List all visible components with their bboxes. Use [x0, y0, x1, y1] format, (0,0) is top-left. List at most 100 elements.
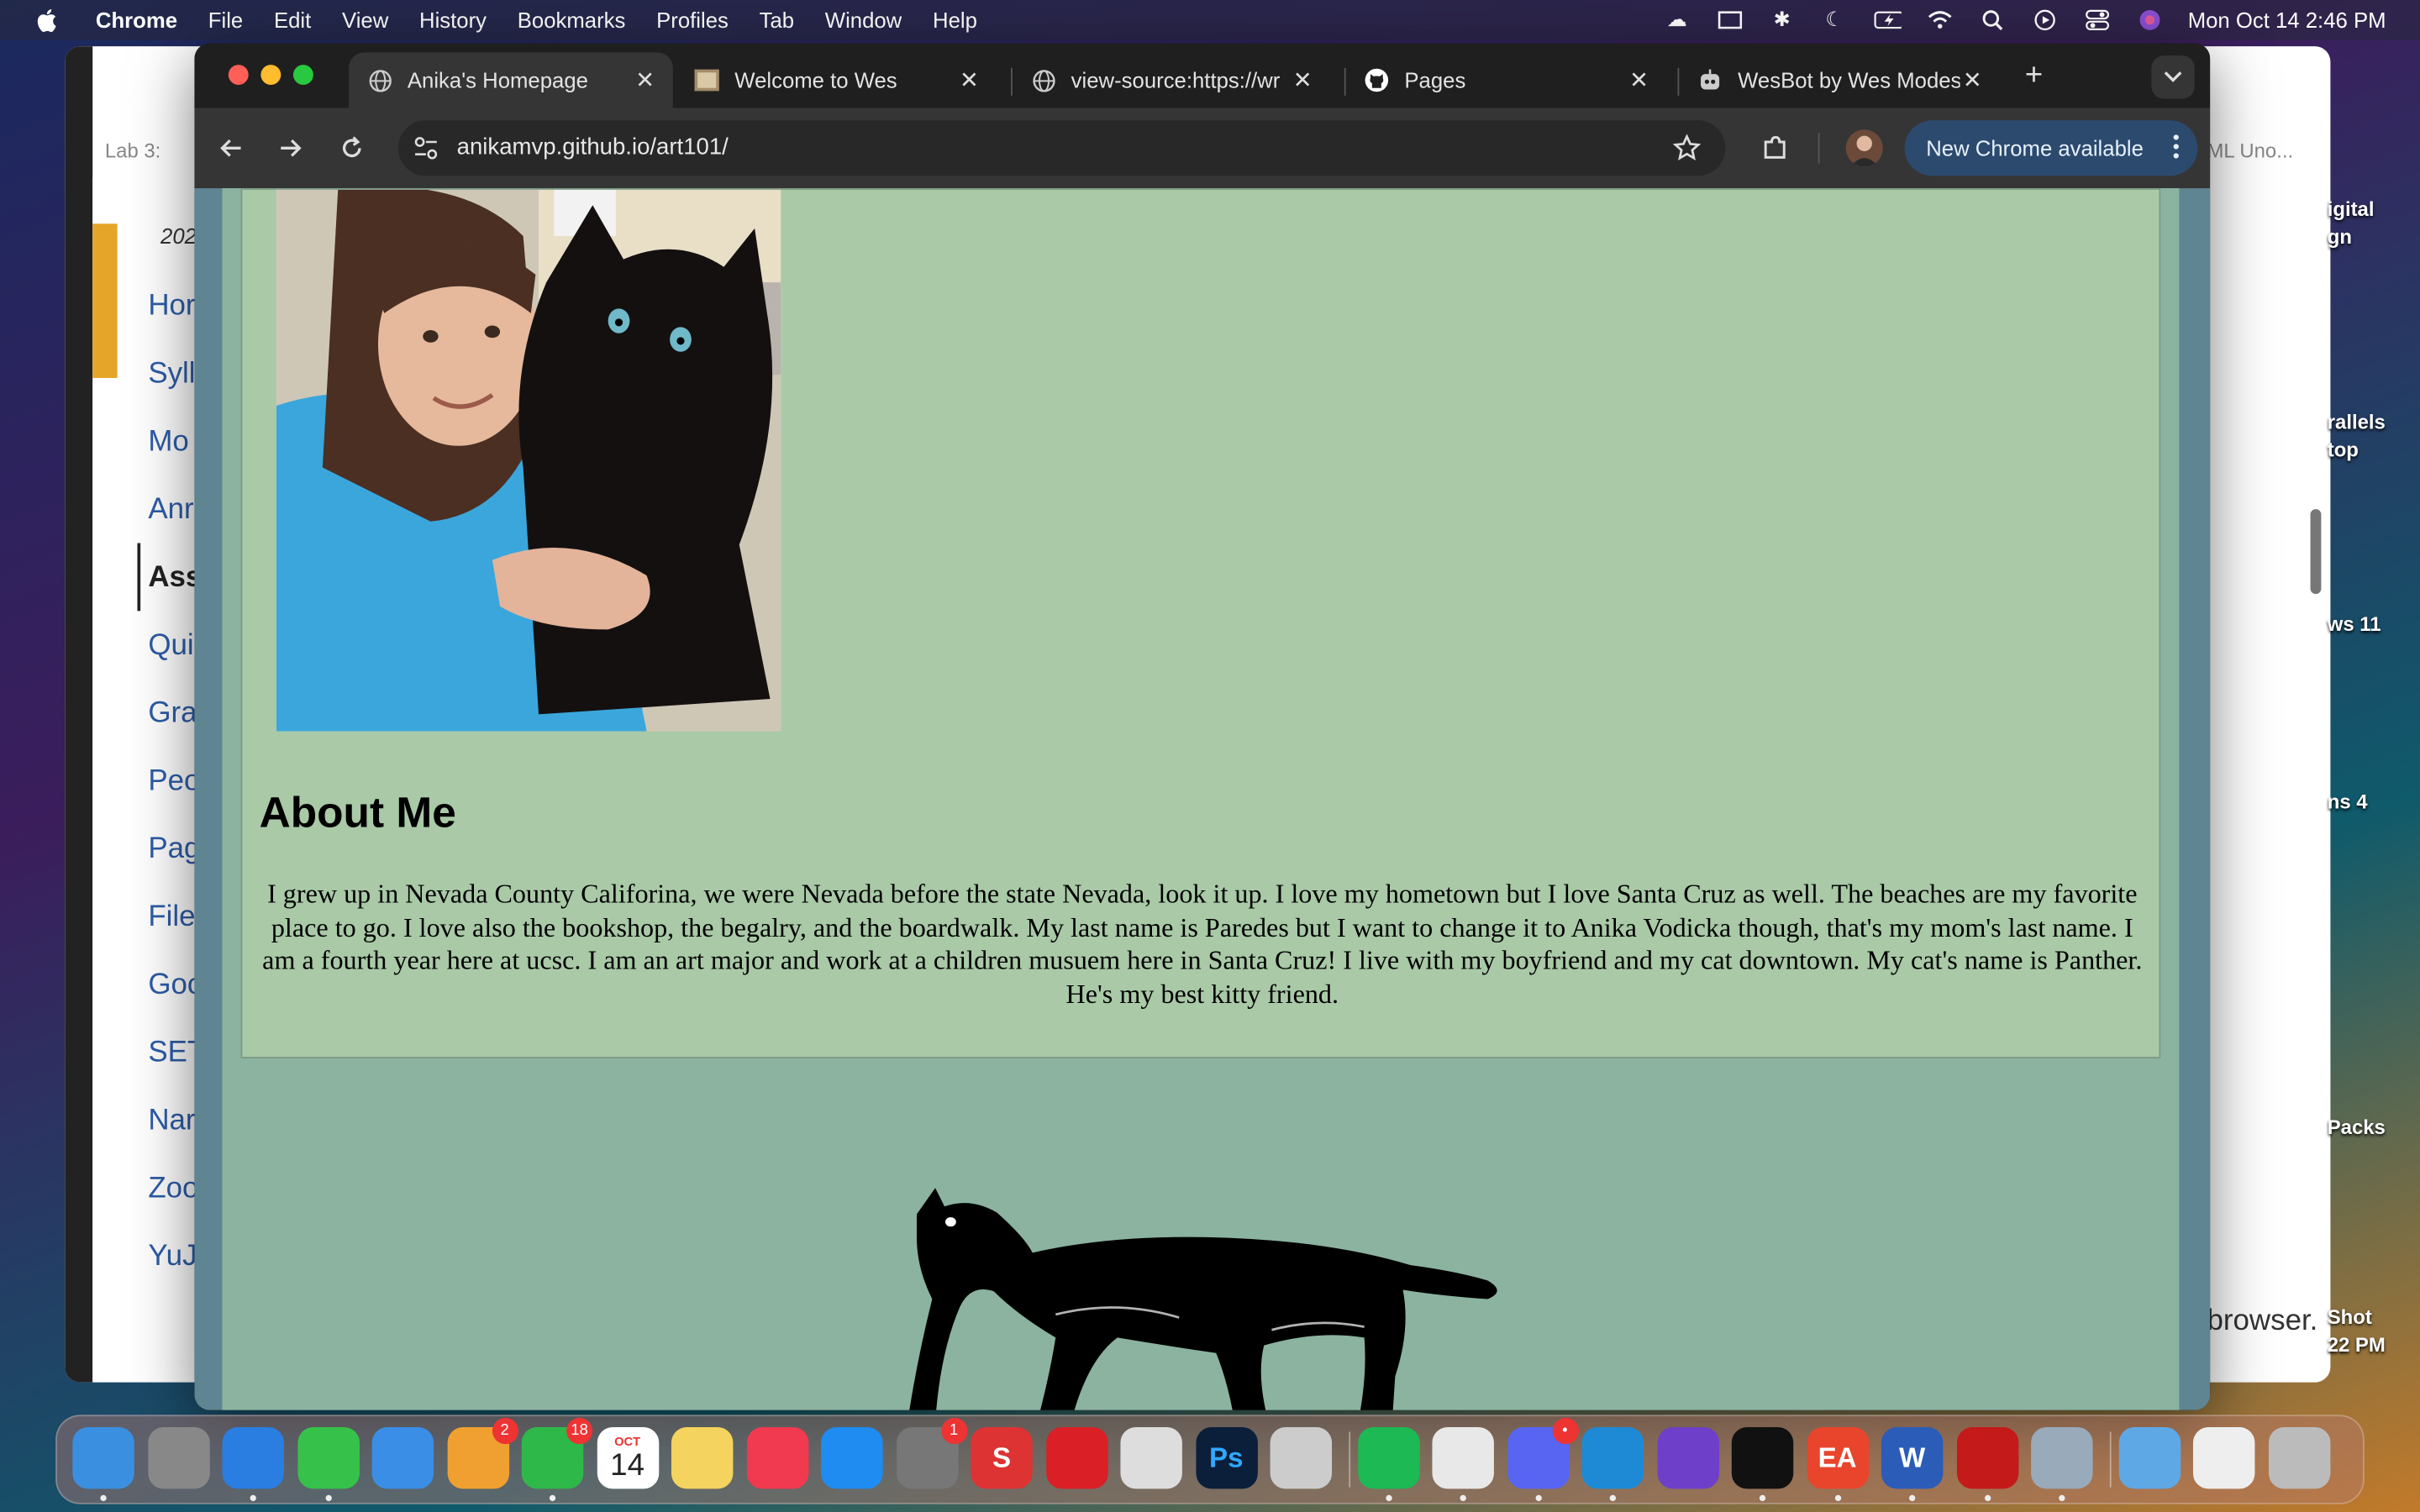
url-text[interactable]: anikamvp.github.io/art101/ — [457, 134, 729, 160]
zoom-window-button[interactable] — [292, 65, 313, 86]
desktop-label[interactable]: top — [2328, 438, 2359, 462]
menu-bookmarks[interactable]: Bookmarks — [518, 8, 626, 32]
tab-github-pages[interactable]: Pages ✕ — [1346, 52, 1667, 108]
background-tab-label[interactable]: Lab 3: — [105, 139, 160, 162]
menu-window[interactable]: Window — [825, 8, 902, 32]
desktop-label[interactable]: igital — [2328, 197, 2375, 221]
word-icon[interactable]: W — [1881, 1426, 1944, 1489]
photos-icon[interactable]: 2 — [446, 1417, 518, 1489]
minimize-window-button[interactable] — [260, 65, 281, 86]
capcut-icon[interactable] — [1731, 1426, 1794, 1489]
safari-icon[interactable] — [222, 1426, 284, 1489]
more-options-icon[interactable] — [2173, 134, 2179, 164]
menu-history[interactable]: History — [419, 8, 487, 32]
acrobat-icon[interactable] — [1956, 1426, 2018, 1489]
tab-view-source[interactable]: view-source:https://wr ✕ — [1013, 52, 1330, 108]
battery-icon[interactable] — [1873, 9, 1902, 31]
chrome-icon[interactable] — [1432, 1426, 1494, 1489]
discord-icon[interactable]: • — [1507, 1417, 1579, 1489]
menubar-clock[interactable]: Mon Oct 14 2:46 PM — [2188, 8, 2386, 32]
spotify-icon[interactable] — [1357, 1426, 1419, 1489]
app-store-icon[interactable] — [821, 1426, 883, 1489]
new-chrome-available-button[interactable]: New Chrome available — [1904, 120, 2198, 176]
course-nav-item[interactable]: Syll — [148, 358, 195, 391]
tab-wesbot[interactable]: WesBot by Wes Modes ✕ — [1679, 52, 2000, 108]
applications-folder-icon[interactable] — [2118, 1426, 2181, 1489]
desktop-label[interactable]: Shot — [2328, 1305, 2372, 1329]
course-nav-item[interactable]: Zoo — [148, 1173, 198, 1206]
course-nav-item[interactable]: Pag — [148, 833, 200, 867]
messages-icon[interactable] — [297, 1426, 360, 1489]
music-icon[interactable] — [746, 1426, 808, 1489]
tab-search-button[interactable] — [2151, 55, 2195, 99]
notes-icon[interactable] — [671, 1426, 734, 1489]
close-tab-icon[interactable]: ✕ — [633, 66, 657, 94]
search-icon[interactable] — [1978, 9, 2006, 31]
wifi-icon[interactable] — [1925, 9, 1953, 31]
course-nav-item[interactable]: YuJ — [148, 1241, 197, 1274]
menu-edit[interactable]: Edit — [274, 8, 311, 32]
desktop-label[interactable]: 22 PM — [2328, 1333, 2386, 1357]
calendar-icon[interactable]: OCT 14 — [596, 1426, 659, 1489]
photoshop-icon[interactable]: Ps — [1195, 1426, 1257, 1489]
ea-icon[interactable]: EA — [1806, 1426, 1869, 1489]
facetime-icon[interactable]: 18 — [521, 1417, 593, 1489]
trash-icon[interactable] — [2268, 1426, 2330, 1489]
vscode-icon[interactable] — [1581, 1426, 1644, 1489]
pdf-document-icon[interactable] — [2192, 1426, 2255, 1489]
scrivener-icon[interactable]: S — [971, 1426, 1033, 1489]
reload-button[interactable] — [334, 129, 371, 166]
course-nav-item[interactable]: File — [148, 901, 195, 935]
desktop-label[interactable]: Packs — [2328, 1116, 2386, 1139]
desktop-label[interactable]: rallels — [2328, 411, 2386, 434]
play-icon[interactable] — [2030, 9, 2058, 31]
desktop-label[interactable]: ws 11 — [2328, 612, 2381, 636]
control-center-icon[interactable] — [2083, 9, 2111, 31]
bookmark-star-icon[interactable] — [1672, 134, 1702, 170]
minecraft-icon[interactable] — [1120, 1426, 1182, 1489]
course-nav-item[interactable]: Gra — [148, 697, 197, 731]
desktop-label[interactable]: gn — [2328, 225, 2352, 249]
course-nav-item[interactable]: Hor — [148, 290, 195, 323]
course-nav-item[interactable]: Anr — [148, 494, 193, 528]
creative-cloud-icon[interactable]: ☁ — [1663, 8, 1691, 31]
new-tab-button[interactable]: + — [2025, 59, 2043, 94]
forward-button[interactable] — [271, 129, 308, 166]
menu-view[interactable]: View — [342, 8, 388, 32]
tab-anikas-homepage[interactable]: Anika's Homepage ✕ — [349, 52, 673, 108]
profile-avatar[interactable] — [1845, 129, 1883, 167]
back-button[interactable] — [213, 129, 250, 166]
display-icon[interactable] — [1716, 9, 1744, 31]
mail-icon[interactable] — [371, 1426, 434, 1489]
preview-icon[interactable] — [2031, 1426, 2093, 1489]
system-settings-icon[interactable]: 1 — [896, 1417, 967, 1489]
background-scrollbar[interactable] — [2310, 509, 2322, 595]
roblox-icon[interactable] — [1270, 1426, 1333, 1489]
menu-app-name[interactable]: Chrome — [96, 8, 177, 32]
launchpad-icon[interactable] — [147, 1426, 209, 1489]
menu-tab[interactable]: Tab — [760, 8, 794, 32]
desktop-label[interactable]: ns 4 — [2328, 790, 2368, 813]
menu-profiles[interactable]: Profiles — [656, 8, 729, 32]
close-window-button[interactable] — [228, 65, 249, 86]
close-tab-icon[interactable]: ✕ — [957, 66, 981, 94]
github-desktop-icon[interactable] — [1656, 1426, 1719, 1489]
tab-welcome-to-wes[interactable]: Welcome to Wes ✕ — [676, 52, 997, 108]
address-bar[interactable]: anikamvp.github.io/art101/ — [397, 120, 1726, 176]
extensions-button[interactable] — [1756, 129, 1793, 166]
close-tab-icon[interactable]: ✕ — [1627, 66, 1651, 94]
right-tab-fragment[interactable]: ML Uno... — [2207, 139, 2293, 162]
finder-icon[interactable] — [72, 1426, 134, 1489]
moon-icon[interactable]: ☾ — [1821, 8, 1849, 31]
menu-file[interactable]: File — [208, 8, 243, 32]
course-nav-item[interactable]: Qui — [148, 629, 193, 663]
course-nav-item[interactable]: Peo — [148, 765, 200, 799]
bluetooth-icon[interactable]: ✱ — [1768, 8, 1796, 31]
creative-cloud-icon[interactable] — [1045, 1426, 1107, 1489]
course-nav-item[interactable]: Mo — [148, 426, 189, 459]
site-info-icon[interactable] — [413, 136, 438, 169]
apple-logo-icon[interactable] — [34, 6, 61, 34]
menu-help[interactable]: Help — [933, 8, 977, 32]
siri-icon[interactable] — [2135, 9, 2163, 31]
close-tab-icon[interactable]: ✕ — [1290, 66, 1314, 94]
